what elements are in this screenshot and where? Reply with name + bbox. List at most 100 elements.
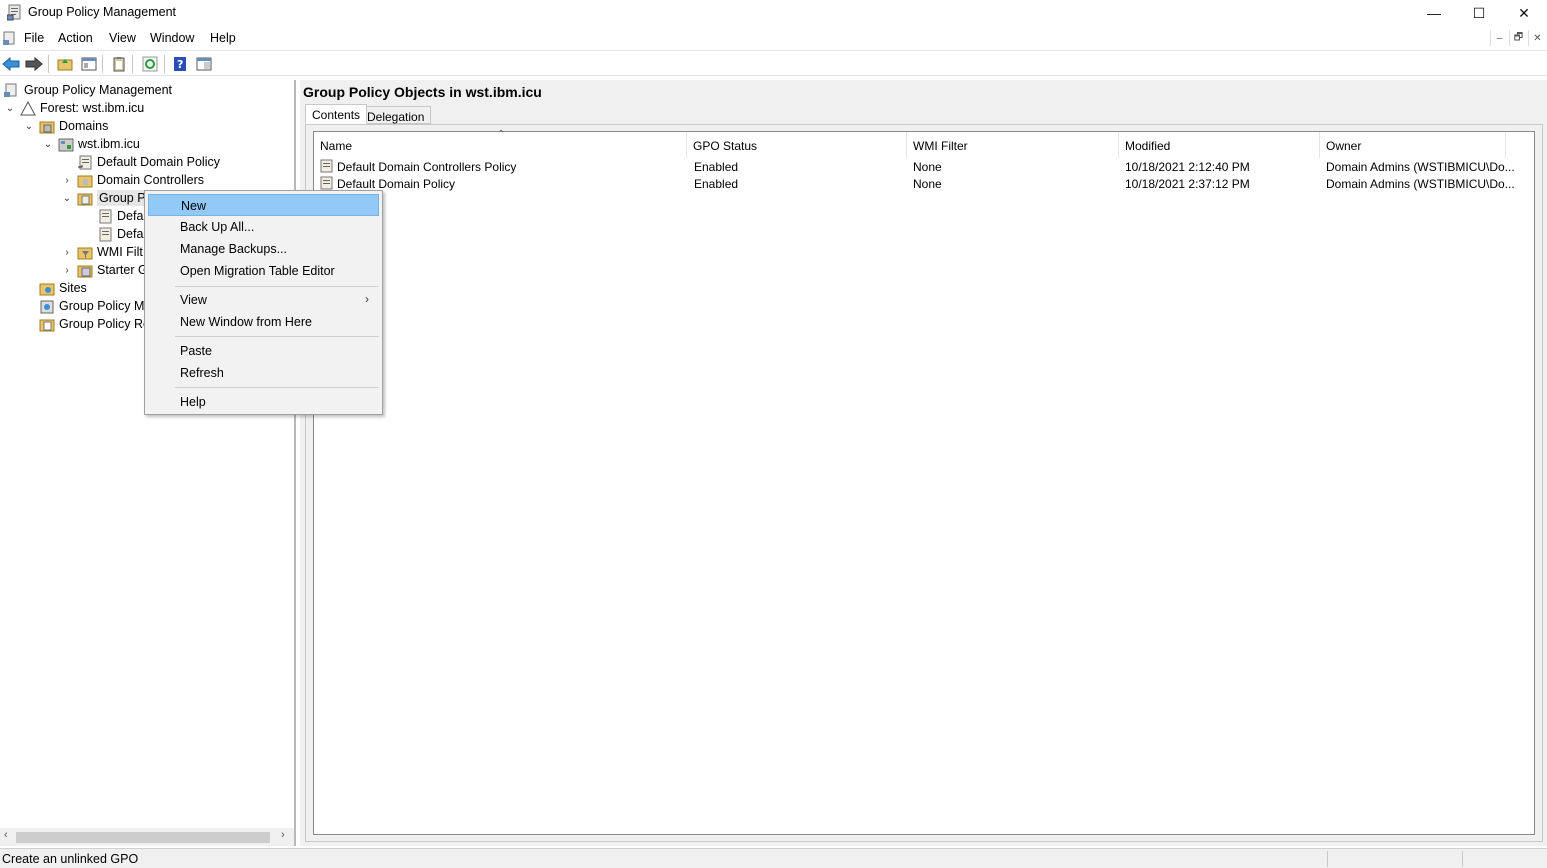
- menu-help[interactable]: Help: [210, 31, 236, 45]
- menu-bar: File Action View Window Help: [0, 27, 1547, 49]
- tree-item-gpo[interactable]: Defa: [97, 207, 143, 225]
- sites-icon: [39, 283, 55, 295]
- chevron-down-icon[interactable]: ⌄: [4, 103, 16, 114]
- gpo-link-icon: [78, 155, 92, 169]
- refresh-button[interactable]: [140, 54, 160, 74]
- menu-item-back-up-all[interactable]: Back Up All...: [148, 216, 379, 238]
- chevron-right-icon[interactable]: ›: [61, 247, 73, 258]
- svg-text:?: ?: [177, 58, 183, 71]
- console-button[interactable]: [194, 54, 214, 74]
- gpo-list[interactable]: ⌃ Name GPO Status WMI Filter Modified Ow…: [313, 129, 1535, 835]
- tree-item-forest[interactable]: ⌄ Forest: wst.ibm.icu: [4, 99, 144, 117]
- show-hide-tree-button[interactable]: [79, 54, 99, 74]
- menu-action[interactable]: Action: [58, 31, 93, 45]
- column-header-owner[interactable]: Owner: [1320, 132, 1506, 158]
- table-row[interactable]: Default Domain Policy Enabled None 10/18…: [314, 175, 1534, 192]
- wmi-folder-icon: [77, 247, 93, 259]
- tab-delegation[interactable]: Delegation: [360, 106, 432, 124]
- domains-icon: [39, 121, 55, 133]
- menu-item-new-window-from-here[interactable]: New Window from Here: [148, 311, 379, 333]
- cell-owner: Domain Admins (WSTIBMICU\Do...: [1326, 177, 1515, 191]
- tree-horizontal-scrollbar[interactable]: ‹ ›: [0, 828, 294, 846]
- chevron-down-icon[interactable]: ⌄: [42, 139, 54, 150]
- menu-item-refresh[interactable]: Refresh: [148, 362, 379, 384]
- tree-item-group-policy-modeling[interactable]: Group Policy M: [39, 297, 144, 315]
- mdi-restore-icon: 🗗: [1513, 31, 1524, 43]
- chevron-down-icon[interactable]: ⌄: [23, 121, 35, 132]
- domain-icon: [58, 138, 74, 151]
- close-button[interactable]: ✕: [1501, 0, 1547, 26]
- window-title: Group Policy Management: [28, 5, 176, 19]
- tree-item-label: Group P: [97, 190, 148, 206]
- column-header-gpo-status[interactable]: GPO Status: [687, 132, 907, 158]
- back-button[interactable]: [1, 54, 21, 74]
- toolbar-separator: [164, 55, 165, 73]
- cell-modified: 10/18/2021 2:12:40 PM: [1125, 160, 1250, 174]
- scroll-right-icon[interactable]: ›: [281, 829, 285, 841]
- console-doc-icon[interactable]: [3, 31, 17, 46]
- refresh-icon: [142, 56, 158, 72]
- tree-item-starter-gpos[interactable]: › Starter G: [61, 261, 148, 279]
- clipboard-icon: [113, 57, 125, 72]
- tree-item-domain-controllers[interactable]: › Domain Controllers: [61, 171, 204, 189]
- tree-item-group-policy-results[interactable]: Group Policy Re: [39, 315, 150, 333]
- tree-item-wmi-filters[interactable]: › WMI Filt: [61, 243, 143, 261]
- tree-item-label: Sites: [59, 281, 87, 295]
- table-row[interactable]: Default Domain Controllers Policy Enable…: [314, 158, 1534, 175]
- tree-item-group-policy-objects[interactable]: ⌄ Group P: [61, 189, 148, 207]
- help-button[interactable]: ?: [170, 54, 190, 74]
- back-icon: [2, 57, 20, 71]
- tree-item-domains[interactable]: ⌄ Domains: [23, 117, 108, 135]
- menu-item-open-migration-table-editor[interactable]: Open Migration Table Editor: [148, 260, 379, 282]
- mdi-restore-button[interactable]: 🗗: [1509, 30, 1527, 46]
- maximize-button[interactable]: ☐: [1456, 0, 1502, 26]
- tab-contents[interactable]: Contents: [305, 104, 368, 124]
- menu-item-manage-backups[interactable]: Manage Backups...: [148, 238, 379, 260]
- status-text: Create an unlinked GPO: [2, 852, 139, 866]
- column-header-wmi-filter[interactable]: WMI Filter: [907, 132, 1119, 158]
- minimize-button[interactable]: —: [1411, 0, 1457, 26]
- scrollbar-thumb[interactable]: [16, 832, 270, 843]
- status-divider: [1462, 851, 1463, 867]
- scroll-left-icon[interactable]: ‹: [4, 829, 8, 841]
- clipboard-button[interactable]: [109, 54, 129, 74]
- column-header-name[interactable]: Name: [314, 132, 687, 158]
- up-folder-button[interactable]: [55, 54, 75, 74]
- menu-separator: [175, 336, 379, 337]
- tree-item-default-domain-policy-link[interactable]: Default Domain Policy: [77, 153, 220, 171]
- context-menu: New Back Up All... Manage Backups... Ope…: [144, 190, 383, 415]
- menu-separator: [175, 286, 379, 287]
- chevron-right-icon[interactable]: ›: [61, 265, 73, 276]
- gpo-icon: [99, 209, 112, 223]
- menu-item-new[interactable]: New: [148, 194, 379, 216]
- tree-item-domain-wst[interactable]: ⌄ wst.ibm.icu: [42, 135, 140, 153]
- tree-item-sites[interactable]: Sites: [39, 279, 87, 297]
- status-divider: [1327, 851, 1328, 867]
- mdi-close-button[interactable]: ✕: [1528, 30, 1546, 46]
- menu-item-label: View: [180, 293, 207, 307]
- menu-view[interactable]: View: [109, 31, 136, 45]
- tree-item-gpo[interactable]: Defa: [97, 225, 143, 243]
- forward-button[interactable]: [24, 54, 44, 74]
- maximize-icon: ☐: [1472, 4, 1486, 21]
- toolbar: ?: [0, 50, 1547, 76]
- mdi-minimize-button[interactable]: –: [1490, 30, 1508, 46]
- menu-item-view[interactable]: View ›: [148, 289, 379, 311]
- tree-item-label: Domain Controllers: [97, 173, 204, 187]
- menu-item-help[interactable]: Help: [148, 391, 379, 413]
- chevron-down-icon[interactable]: ⌄: [61, 193, 73, 204]
- tree-item-group-policy-management[interactable]: Group Policy Management: [4, 81, 172, 99]
- menu-file[interactable]: File: [24, 31, 44, 45]
- tree-item-label: Default Domain Policy: [97, 155, 220, 169]
- menu-item-paste[interactable]: Paste: [148, 340, 379, 362]
- forest-icon: [20, 100, 36, 115]
- cell-name: Default Domain Controllers Policy: [337, 160, 517, 174]
- tree-item-label: Defa: [117, 227, 144, 241]
- column-header-modified[interactable]: Modified: [1119, 132, 1320, 158]
- menu-window[interactable]: Window: [150, 31, 194, 45]
- chevron-right-icon[interactable]: ›: [61, 175, 73, 186]
- submenu-arrow-icon: ›: [365, 292, 369, 306]
- help-icon: ?: [174, 57, 186, 71]
- close-icon: ✕: [1518, 4, 1530, 21]
- gpo-icon: [320, 159, 333, 173]
